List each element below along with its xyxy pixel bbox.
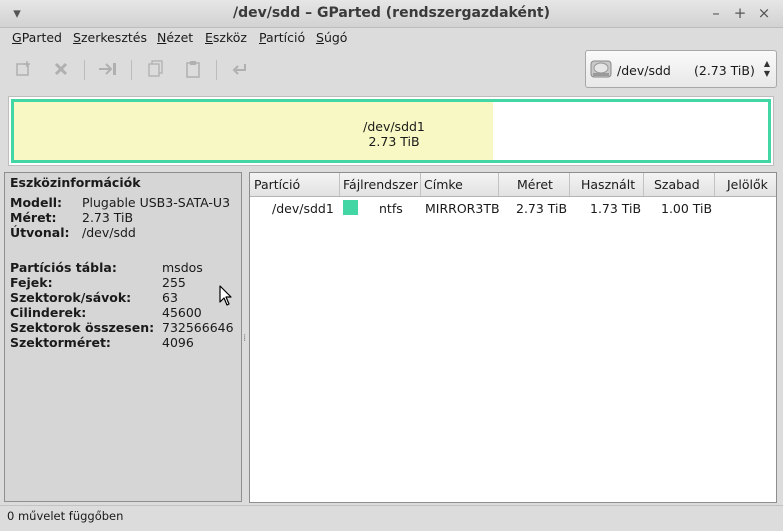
info-value: msdos (162, 260, 203, 275)
info-value: 255 (162, 275, 186, 290)
device-info-heading: Eszközinformációk (10, 175, 141, 190)
menu-partition-mnemonic: P (259, 30, 266, 45)
menu-device[interactable]: Eszköz (205, 30, 247, 45)
copy-icon[interactable] (145, 58, 167, 80)
combo-arrows-icon: ▲ ▼ (763, 59, 770, 78)
hard-disk-icon (590, 59, 612, 82)
info-value: 732566646 (162, 320, 234, 335)
column-header-filesystem[interactable]: Fájlrendszer (343, 177, 418, 192)
column-divider[interactable] (714, 173, 715, 196)
info-label: Partíciós tábla: (10, 260, 117, 275)
column-header-label[interactable]: Címke (424, 177, 463, 192)
menu-gparted[interactable]: GParted (12, 30, 62, 45)
info-value: 2.73 TiB (82, 210, 134, 225)
menu-view-label: ézet (166, 30, 194, 45)
disk-map-partition-size: 2.73 TiB (368, 134, 420, 149)
info-value: Plugable USB3-SATA-U3 (82, 195, 231, 210)
cell-size: 2.73 TiB (516, 201, 568, 216)
cell-partition: /dev/sdd1 (272, 201, 334, 216)
toolbar-separator (216, 60, 217, 80)
menu-edit[interactable]: Szerkesztés (73, 30, 147, 45)
column-divider[interactable] (569, 173, 570, 196)
menu-bar: GParted Szerkesztés Nézet Eszköz Partíci… (0, 28, 783, 48)
info-label: Méret: (10, 210, 57, 225)
menu-edit-mnemonic: S (73, 30, 81, 45)
disk-map-label: /dev/sdd1 2.73 TiB (14, 119, 774, 149)
toolbar-separator (131, 60, 132, 80)
menu-view-mnemonic: N (157, 30, 167, 45)
cell-used: 1.73 TiB (590, 201, 642, 216)
column-divider[interactable] (498, 173, 499, 196)
disk-map: /dev/sdd1 2.73 TiB (8, 96, 774, 166)
info-label: Szektorméret: (10, 335, 111, 350)
cell-filesystem: ntfs (379, 201, 403, 216)
filesystem-color-swatch (343, 200, 358, 215)
info-label: Modell: (10, 195, 63, 210)
menu-gparted-label: Parted (21, 30, 62, 45)
minimize-icon[interactable]: – (707, 4, 725, 22)
menu-device-label: szköz (212, 30, 247, 45)
pane-splitter-handle[interactable]: ⁞ (243, 333, 246, 344)
column-divider[interactable] (420, 173, 421, 196)
menu-partition-label: artíció (265, 30, 306, 45)
menu-edit-label: zerkesztés (80, 30, 147, 45)
mouse-pointer-icon (219, 285, 233, 310)
partition-table: Partíció Fájlrendszer Címke Méret Haszná… (249, 172, 777, 503)
column-header-flags[interactable]: Jelölők (727, 177, 768, 192)
device-selector[interactable]: /dev/sdd (2.73 TiB) ▲ ▼ (585, 50, 777, 88)
window-title: /dev/sdd – GParted (rendszergazdaként) (232, 5, 551, 21)
info-label: Cilinderek: (10, 305, 87, 320)
maximize-icon[interactable]: + (731, 4, 749, 22)
menu-device-mnemonic: E (205, 30, 213, 45)
toolbar-separator (84, 60, 85, 80)
column-header-used[interactable]: Használt (581, 177, 635, 192)
column-header-free[interactable]: Szabad (654, 177, 700, 192)
info-value: 63 (162, 290, 178, 305)
device-name: /dev/sdd (617, 63, 671, 78)
close-icon[interactable]: × (755, 4, 773, 22)
info-label: Útvonal: (10, 225, 70, 240)
pending-operations-status: 0 művelet függőben (7, 509, 124, 523)
column-divider[interactable] (339, 173, 340, 196)
column-header-size[interactable]: Méret (517, 177, 553, 192)
undo-icon[interactable] (229, 58, 251, 80)
menu-help-label: úgó (323, 30, 348, 45)
info-label: Szektorok összesen: (10, 320, 155, 335)
menu-gparted-mnemonic: G (12, 30, 22, 45)
delete-icon[interactable] (50, 58, 72, 80)
resize-move-icon[interactable] (97, 58, 119, 80)
paste-icon[interactable] (182, 58, 204, 80)
column-divider[interactable] (643, 173, 644, 196)
info-value: 45600 (162, 305, 202, 320)
disk-map-partition-sdd1[interactable]: /dev/sdd1 2.73 TiB (11, 99, 771, 163)
table-header: Partíció Fájlrendszer Címke Méret Haszná… (250, 173, 776, 197)
cell-free: 1.00 TiB (661, 201, 713, 216)
new-partition-icon[interactable] (13, 58, 35, 80)
info-value: /dev/sdd (82, 225, 136, 240)
menu-help-mnemonic: S (316, 30, 324, 45)
device-info-panel: Eszközinformációk Modell: Plugable USB3-S… (4, 172, 242, 502)
menu-view[interactable]: Nézet (157, 30, 193, 45)
device-size: (2.73 TiB) (694, 63, 755, 78)
menu-partition[interactable]: Partíció (259, 30, 305, 45)
info-value: 4096 (162, 335, 194, 350)
info-label: Szektorok/sávok: (10, 290, 132, 305)
status-bar: 0 művelet függőben (0, 505, 783, 531)
disk-map-partition-name: /dev/sdd1 (363, 119, 425, 134)
info-label: Fejek: (10, 275, 53, 290)
title-bar: ▾ /dev/sdd – GParted (rendszergazdaként)… (0, 0, 783, 28)
column-header-partition[interactable]: Partíció (254, 177, 300, 192)
menu-help[interactable]: Súgó (316, 30, 347, 45)
cell-label: MIRROR3TB (425, 201, 500, 216)
